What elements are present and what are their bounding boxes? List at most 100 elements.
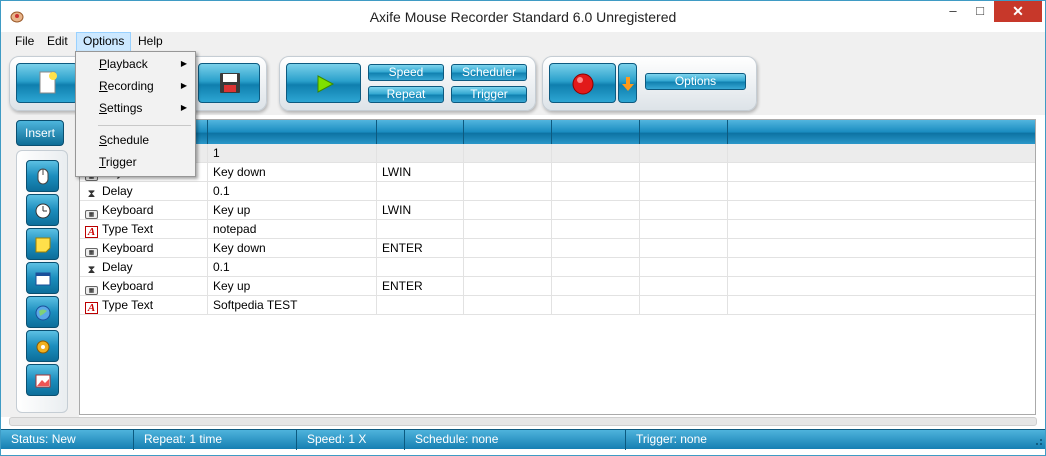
action-param-cell[interactable]: notepad (208, 220, 377, 239)
table-row[interactable]: ▦ Keyboard Key up ENTER (80, 277, 1035, 296)
action-param-cell[interactable]: Key down (208, 163, 377, 182)
insert-mouse-button[interactable] (26, 160, 59, 192)
action-type-cell[interactable]: A Type Text (80, 296, 208, 315)
insert-tab[interactable]: Insert (16, 120, 64, 146)
grid-column-header[interactable] (377, 120, 464, 144)
empty-cell[interactable] (728, 163, 1035, 182)
insert-image-button[interactable] (26, 364, 59, 396)
menu-help[interactable]: Help (132, 32, 169, 52)
action-key-cell[interactable] (377, 220, 464, 239)
table-row[interactable]: ▦ Keyboard Key down ENTER (80, 239, 1035, 258)
action-key-cell[interactable] (377, 296, 464, 315)
empty-cell[interactable] (552, 201, 640, 220)
empty-cell[interactable] (552, 277, 640, 296)
table-row[interactable]: ▦KeyboardKey downLWIN (80, 163, 1035, 182)
empty-cell[interactable] (464, 220, 552, 239)
scheduler-button[interactable]: Scheduler (451, 64, 527, 81)
action-key-cell[interactable] (377, 144, 464, 163)
empty-cell[interactable] (464, 182, 552, 201)
empty-cell[interactable] (640, 144, 728, 163)
action-param-cell[interactable]: 1 (208, 144, 377, 163)
table-row[interactable]: ⧗ Delay 0.1 (80, 258, 1035, 277)
grid-column-header[interactable] (464, 120, 552, 144)
grid-column-header[interactable] (552, 120, 640, 144)
empty-cell[interactable] (640, 239, 728, 258)
empty-cell[interactable] (552, 182, 640, 201)
speed-button[interactable]: Speed (368, 64, 444, 81)
insert-program-button[interactable] (26, 330, 59, 362)
menu-options[interactable]: Options (76, 32, 132, 52)
trigger-button[interactable]: Trigger (451, 86, 527, 103)
insert-note-button[interactable] (26, 228, 59, 260)
table-row[interactable]: A Type Text Softpedia TEST (80, 296, 1035, 315)
play-button[interactable] (286, 63, 361, 103)
repeat-button[interactable]: Repeat (368, 86, 444, 103)
menu-item-recording[interactable]: Recording ▶ (76, 75, 195, 97)
action-type-cell[interactable]: ⧗ Delay (80, 258, 208, 277)
minimize-button[interactable]: – (940, 1, 966, 22)
insert-delay-button[interactable] (26, 194, 59, 226)
empty-cell[interactable] (552, 163, 640, 182)
empty-cell[interactable] (464, 163, 552, 182)
empty-cell[interactable] (552, 239, 640, 258)
insert-window-button[interactable] (26, 262, 59, 294)
action-param-cell[interactable]: Softpedia TEST (208, 296, 377, 315)
empty-cell[interactable] (728, 239, 1035, 258)
action-param-cell[interactable]: Key down (208, 239, 377, 258)
action-type-cell[interactable]: A Type Text (80, 220, 208, 239)
action-key-cell[interactable] (377, 258, 464, 277)
action-key-cell[interactable]: ENTER (377, 239, 464, 258)
action-key-cell[interactable]: LWIN (377, 163, 464, 182)
horizontal-scrollbar[interactable] (9, 417, 1037, 426)
empty-cell[interactable] (640, 163, 728, 182)
empty-cell[interactable] (728, 258, 1035, 277)
empty-cell[interactable] (464, 144, 552, 163)
action-type-cell[interactable]: ▦ Keyboard (80, 277, 208, 296)
grid-column-header[interactable] (208, 120, 377, 144)
empty-cell[interactable] (640, 296, 728, 315)
empty-cell[interactable] (640, 220, 728, 239)
empty-cell[interactable] (464, 239, 552, 258)
menu-file[interactable]: File (9, 32, 40, 52)
empty-cell[interactable] (552, 296, 640, 315)
empty-cell[interactable] (464, 296, 552, 315)
new-button[interactable] (16, 63, 78, 103)
table-row[interactable]: A Type Text notepad (80, 220, 1035, 239)
grid-column-header[interactable] (640, 120, 728, 144)
empty-cell[interactable] (552, 144, 640, 163)
empty-cell[interactable] (728, 220, 1035, 239)
empty-cell[interactable] (728, 277, 1035, 296)
record-button[interactable] (549, 63, 616, 103)
empty-cell[interactable] (728, 144, 1035, 163)
menu-edit[interactable]: Edit (41, 32, 74, 52)
action-key-cell[interactable]: ENTER (377, 277, 464, 296)
insert-web-button[interactable] (26, 296, 59, 328)
action-param-cell[interactable]: 0.1 (208, 182, 377, 201)
empty-cell[interactable] (464, 258, 552, 277)
empty-cell[interactable] (552, 220, 640, 239)
table-row[interactable]: 1 (80, 144, 1035, 163)
empty-cell[interactable] (640, 258, 728, 277)
menu-item-trigger[interactable]: Trigger (76, 151, 195, 173)
menu-item-playback[interactable]: Playback ▶ (76, 53, 195, 75)
action-key-cell[interactable]: LWIN (377, 201, 464, 220)
action-param-cell[interactable]: Key up (208, 201, 377, 220)
action-param-cell[interactable]: 0.1 (208, 258, 377, 277)
record-options-button[interactable] (618, 63, 637, 103)
empty-cell[interactable] (640, 277, 728, 296)
table-row[interactable]: ⧗ Delay 0.1 (80, 182, 1035, 201)
maximize-button[interactable]: □ (967, 1, 993, 22)
empty-cell[interactable] (728, 182, 1035, 201)
empty-cell[interactable] (552, 258, 640, 277)
action-type-cell[interactable]: ▦ Keyboard (80, 201, 208, 220)
action-type-cell[interactable]: ▦ Keyboard (80, 239, 208, 258)
empty-cell[interactable] (640, 182, 728, 201)
action-param-cell[interactable]: Key up (208, 277, 377, 296)
save-button[interactable] (198, 63, 260, 103)
empty-cell[interactable] (464, 201, 552, 220)
empty-cell[interactable] (728, 296, 1035, 315)
close-button[interactable]: ✕ (994, 1, 1042, 22)
menu-item-settings[interactable]: Settings ▶ (76, 97, 195, 119)
options-button[interactable]: Options (645, 73, 746, 90)
action-key-cell[interactable] (377, 182, 464, 201)
